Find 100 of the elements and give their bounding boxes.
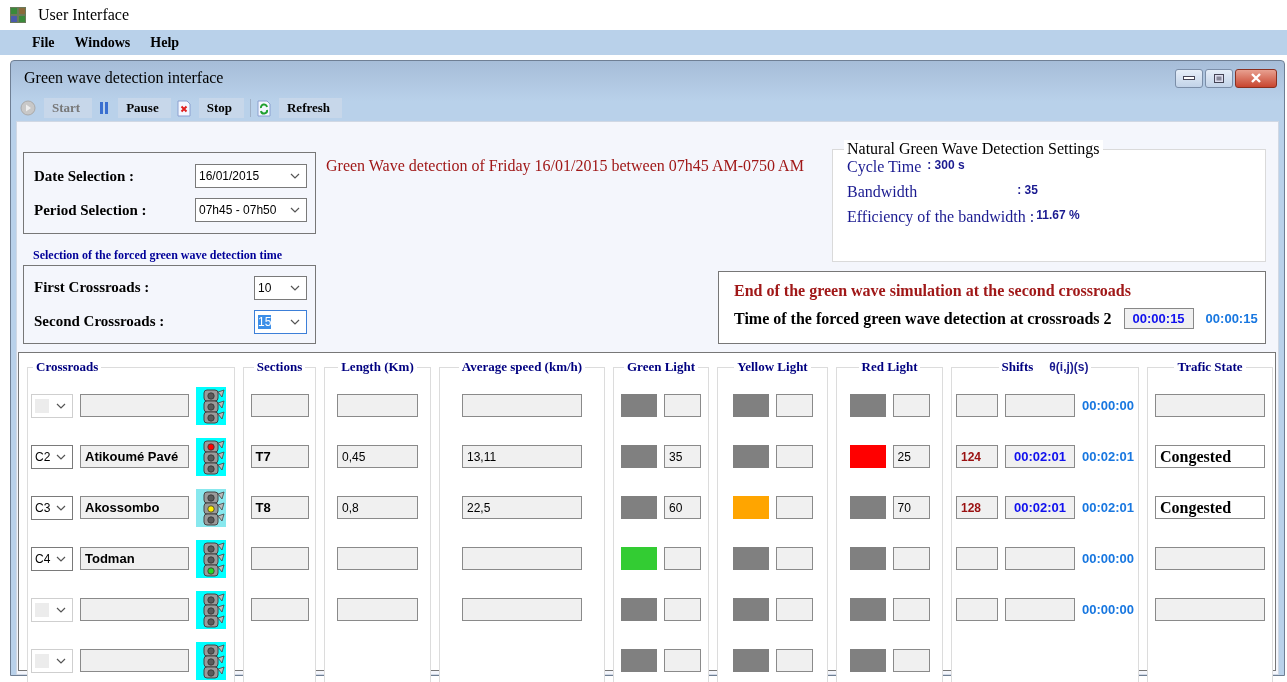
text-field[interactable]: 124 <box>956 445 998 468</box>
text-field[interactable] <box>250 394 309 417</box>
crossroad-dropdown[interactable] <box>31 648 73 673</box>
caret-icon <box>290 207 300 213</box>
text-field[interactable]: 22,5 <box>462 496 582 519</box>
column-header: Shifts <box>1001 358 1034 376</box>
text-field[interactable] <box>250 598 309 621</box>
text-field[interactable] <box>956 394 998 417</box>
menu-item[interactable]: Help <box>140 34 190 51</box>
crossroad-dropdown[interactable] <box>31 393 73 418</box>
text-field[interactable] <box>775 496 813 519</box>
text-field[interactable] <box>1005 394 1075 417</box>
text-field[interactable] <box>892 598 930 621</box>
text-field[interactable]: Atikoumé Pavé <box>80 445 189 468</box>
text-field[interactable] <box>337 394 418 417</box>
column-header: Crossroads <box>36 358 99 376</box>
crossroad-dropdown[interactable]: C3 <box>31 495 73 520</box>
menu-item[interactable]: File <box>22 34 65 51</box>
time-reading: 00:02:01 <box>1082 500 1135 515</box>
text-field[interactable] <box>892 394 930 417</box>
crossroad-dropdown[interactable] <box>31 597 73 622</box>
text-field[interactable] <box>1155 547 1265 570</box>
time-reading: 00:00:00 <box>1082 602 1135 617</box>
text-field[interactable]: 25 <box>892 445 930 468</box>
column-header: Sections <box>256 358 303 376</box>
field-label: Second Crossroads : <box>34 313 165 330</box>
dropdown[interactable]: 10 <box>254 275 307 300</box>
column-header: Red Light <box>861 358 918 376</box>
time-field[interactable]: 00:00:15 <box>1123 308 1194 329</box>
caret-icon <box>56 606 66 613</box>
text-field[interactable]: 0,45 <box>337 445 418 468</box>
text-field[interactable] <box>80 649 189 672</box>
text-field[interactable] <box>1155 598 1265 621</box>
text-field[interactable]: Akossombo <box>80 496 189 519</box>
column-header: Yellow Light <box>737 358 808 376</box>
maximize-button[interactable] <box>1205 68 1233 88</box>
text-field[interactable] <box>462 598 582 621</box>
minimize-button[interactable] <box>1175 68 1203 88</box>
text-field[interactable] <box>775 649 813 672</box>
close-icon <box>1250 73 1262 83</box>
text-field[interactable]: 13,11 <box>462 445 582 468</box>
text-field[interactable] <box>664 649 701 672</box>
text-field[interactable] <box>1155 394 1265 417</box>
text-field[interactable] <box>956 547 998 570</box>
text-field[interactable]: 00:02:01 <box>1005 496 1075 519</box>
text-field[interactable] <box>956 598 998 621</box>
setting-value: : 35 <box>1017 183 1038 197</box>
field-label: Time of the forced green wave detection at crossroads 2 <box>734 309 1112 328</box>
menu-item[interactable]: Windows <box>64 34 141 51</box>
text-field[interactable]: T7 <box>250 445 309 468</box>
text-field[interactable] <box>337 598 418 621</box>
text-field[interactable]: 128 <box>956 496 998 519</box>
text-field[interactable] <box>775 394 813 417</box>
field-label: Date Selection : <box>34 167 134 185</box>
text-field[interactable] <box>1005 598 1075 621</box>
close-button[interactable] <box>1235 68 1277 88</box>
caret-icon <box>56 657 66 664</box>
stop-icon <box>176 99 191 117</box>
crossroad-dropdown[interactable]: C4 <box>31 546 73 571</box>
dropdown[interactable]: 07h45 - 07h50 <box>195 198 307 222</box>
column-header: Average speed (km/h) <box>461 358 583 376</box>
text-field[interactable] <box>775 547 813 570</box>
text-field[interactable]: 70 <box>892 496 930 519</box>
minimize-icon <box>1183 76 1195 80</box>
text-field[interactable]: T8 <box>250 496 309 519</box>
window-title: Green wave detection interface <box>24 69 224 87</box>
caret-icon <box>56 504 66 511</box>
text-field[interactable] <box>1005 547 1075 570</box>
crossroad-dropdown[interactable]: C2 <box>31 444 73 469</box>
text-field[interactable]: 0,8 <box>337 496 418 519</box>
text-field[interactable] <box>775 445 813 468</box>
text-field[interactable]: 35 <box>664 445 701 468</box>
text-field[interactable] <box>775 598 813 621</box>
column-header: θ(i,j)(s) <box>1049 360 1089 374</box>
setting-value: : 300 s <box>927 158 965 172</box>
text-field[interactable] <box>462 394 582 417</box>
text-field[interactable] <box>462 547 582 570</box>
text-field[interactable] <box>892 649 930 672</box>
text-field[interactable] <box>892 547 930 570</box>
caret-icon <box>290 318 300 325</box>
text-field[interactable]: Congested <box>1155 445 1265 468</box>
text-field[interactable] <box>664 394 701 417</box>
text-field[interactable] <box>664 598 701 621</box>
column-header: Green Light <box>627 358 695 376</box>
text-field[interactable] <box>664 547 701 570</box>
panel-title: Natural Green Wave Detection Settings <box>844 140 1103 158</box>
text-field[interactable] <box>80 598 189 621</box>
field-label: First Crossroads : <box>34 279 150 296</box>
time-reading: 00:00:00 <box>1082 551 1135 566</box>
text-field[interactable] <box>250 547 309 570</box>
text-field[interactable] <box>80 394 189 417</box>
window-title: User Interface <box>38 6 130 24</box>
panel-title: End of the green wave simulation at the second crossroads <box>734 282 1132 300</box>
text-field[interactable]: Congested <box>1155 496 1265 519</box>
text-field[interactable]: Todman <box>80 547 189 570</box>
text-field[interactable] <box>337 547 418 570</box>
text-field[interactable]: 60 <box>664 496 701 519</box>
dropdown[interactable]: 16/01/2015 <box>195 164 307 188</box>
caret-icon <box>56 453 66 460</box>
text-field[interactable]: 00:02:01 <box>1005 445 1075 468</box>
